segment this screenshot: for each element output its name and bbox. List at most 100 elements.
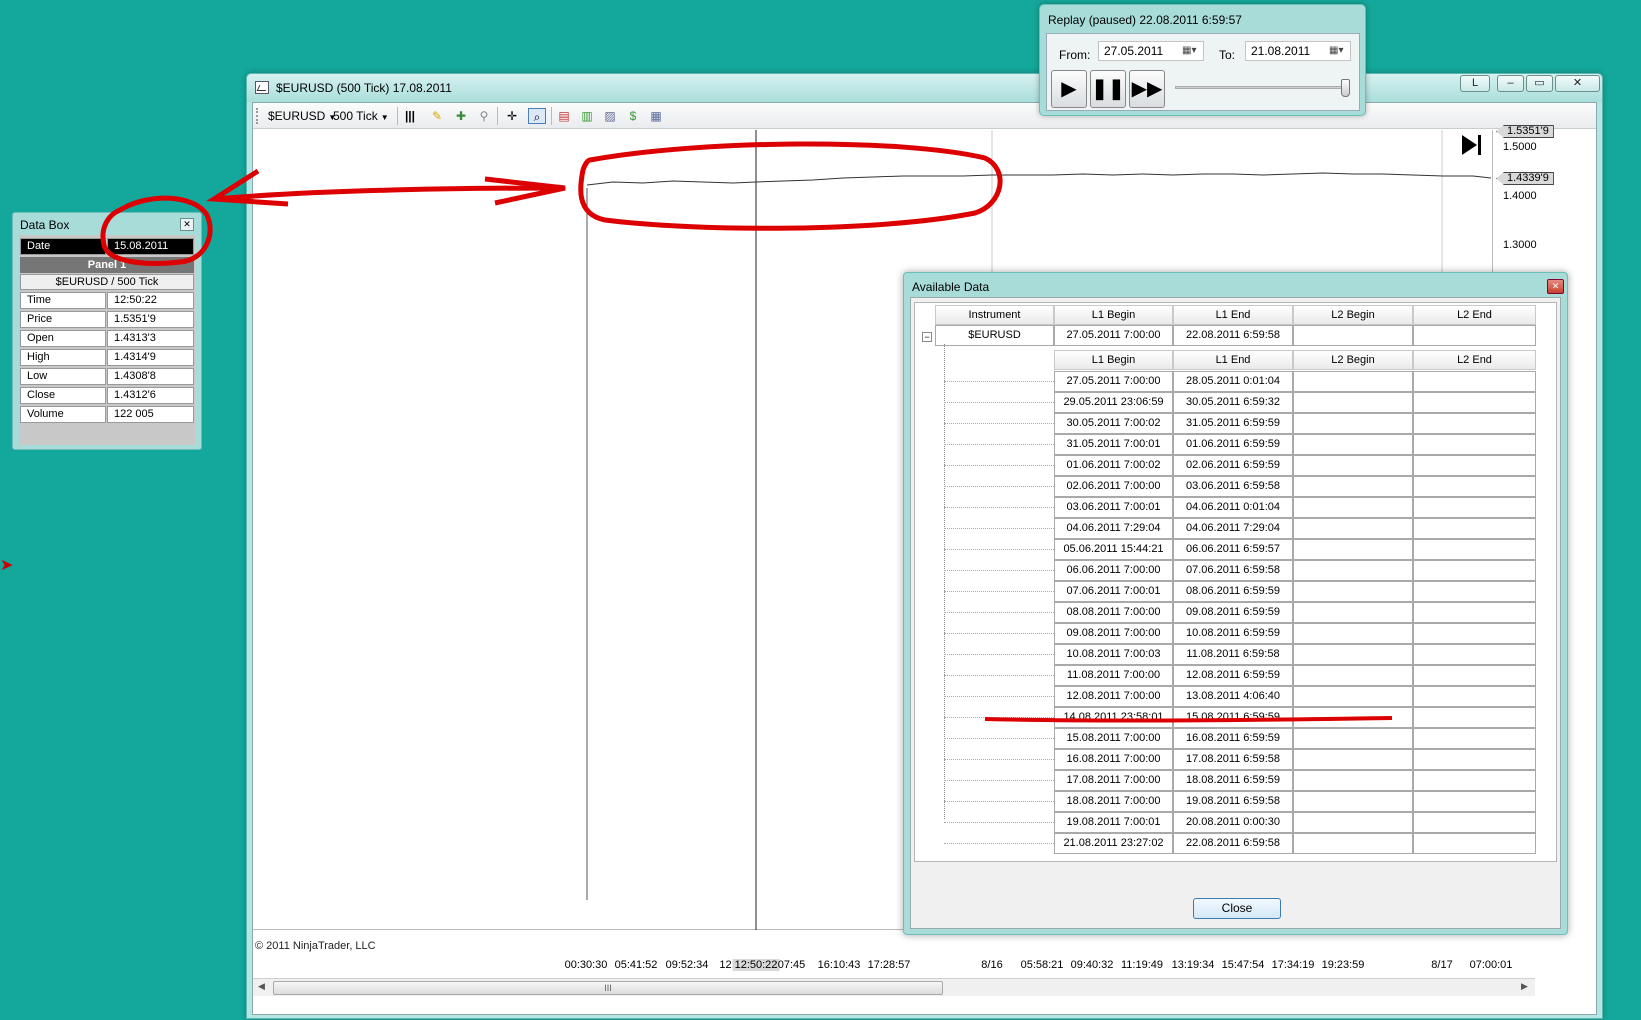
crosshair-icon[interactable]: ✛ [503, 108, 521, 124]
l2-end-cell[interactable] [1413, 602, 1536, 623]
l1-end-cell[interactable]: 06.06.2011 6:59:57 [1173, 539, 1293, 560]
sub-column-header[interactable]: L2 Begin [1293, 350, 1413, 370]
l1-end-cell[interactable]: 01.06.2011 6:59:59 [1173, 434, 1293, 455]
fast-forward-button[interactable]: ▶▶ [1129, 70, 1165, 108]
l2-end-cell[interactable] [1413, 413, 1536, 434]
l1-begin-cell[interactable]: 27.05.2011 7:00:00 [1054, 371, 1173, 392]
l1-begin-cell[interactable]: 14.08.2011 23:58:01 [1054, 707, 1173, 728]
l1-end-cell[interactable]: 22.08.2011 6:59:58 [1173, 833, 1293, 854]
to-date-field[interactable]: 21.08.2011 ▦▾ [1245, 41, 1351, 61]
zoom-out-icon[interactable]: ⚲ [475, 108, 493, 124]
l2-end-cell[interactable] [1413, 497, 1536, 518]
l2-end-cell[interactable] [1413, 770, 1536, 791]
play-button[interactable]: ▶ [1051, 70, 1087, 108]
close-icon[interactable]: ✕ [180, 218, 194, 231]
sub-column-header[interactable]: L1 End [1173, 350, 1293, 370]
skip-to-end-icon[interactable] [1462, 135, 1481, 155]
instrument-cell[interactable]: $EURUSD [935, 325, 1054, 346]
close-button[interactable]: Close [1193, 898, 1281, 919]
close-icon[interactable]: ✕ [1547, 279, 1564, 294]
l1-begin-cell[interactable]: 08.08.2011 7:00:00 [1054, 602, 1173, 623]
l1-end-cell[interactable]: 22.08.2011 6:59:58 [1173, 325, 1293, 346]
l2-end-cell[interactable] [1413, 539, 1536, 560]
l1-end-cell[interactable]: 18.08.2011 6:59:59 [1173, 770, 1293, 791]
l1-begin-cell[interactable]: 03.06.2011 7:00:01 [1054, 497, 1173, 518]
l2-begin-cell[interactable] [1293, 497, 1413, 518]
l1-begin-cell[interactable]: 17.08.2011 7:00:00 [1054, 770, 1173, 791]
l2-begin-cell[interactable] [1293, 686, 1413, 707]
l2-begin-cell[interactable] [1293, 392, 1413, 413]
l2-end-cell[interactable] [1413, 371, 1536, 392]
l1-begin-cell[interactable]: 16.08.2011 7:00:00 [1054, 749, 1173, 770]
l2-end-cell[interactable] [1413, 518, 1536, 539]
scroll-thumb[interactable]: III [273, 981, 943, 995]
calendar-icon[interactable]: ▦▾ [1182, 45, 1200, 57]
l1-end-cell[interactable]: 28.05.2011 0:01:04 [1173, 371, 1293, 392]
l2-begin-cell[interactable] [1293, 602, 1413, 623]
link-button[interactable]: L [1460, 75, 1490, 92]
from-date-field[interactable]: 27.05.2011 ▦▾ [1098, 41, 1204, 61]
l1-end-cell[interactable]: 31.05.2011 6:59:59 [1173, 413, 1293, 434]
drawing-tool-icon[interactable]: ✎ [428, 108, 446, 124]
column-header[interactable]: L2 End [1413, 305, 1536, 325]
l1-begin-cell[interactable]: 29.05.2011 23:06:59 [1054, 392, 1173, 413]
l1-begin-cell[interactable]: 27.05.2011 7:00:00 [1054, 325, 1173, 346]
l2-end-cell[interactable] [1413, 833, 1536, 854]
l2-begin-cell[interactable] [1293, 560, 1413, 581]
l1-end-cell[interactable]: 12.08.2011 6:59:59 [1173, 665, 1293, 686]
slider-thumb[interactable] [1341, 79, 1350, 97]
l2-begin-cell[interactable] [1293, 518, 1413, 539]
scroll-left-icon[interactable]: ◀ [258, 981, 265, 992]
strategies-icon[interactable]: ▥ [578, 108, 596, 124]
l1-begin-cell[interactable]: 12.08.2011 7:00:00 [1054, 686, 1173, 707]
horizontal-scrollbar[interactable]: ◀ III ▶ [253, 978, 1535, 996]
close-window-button[interactable]: ✕ [1555, 75, 1600, 92]
l1-end-cell[interactable]: 04.06.2011 0:01:04 [1173, 497, 1293, 518]
l1-end-cell[interactable]: 16.08.2011 6:59:59 [1173, 728, 1293, 749]
indicators-icon[interactable]: ▨ [601, 108, 619, 124]
interval-selector[interactable]: 500 Tick ▼ [333, 109, 389, 123]
l2-end-cell[interactable] [1413, 644, 1536, 665]
column-header[interactable]: L2 Begin [1293, 305, 1413, 325]
l2-begin-cell[interactable] [1293, 749, 1413, 770]
l1-begin-cell[interactable]: 05.06.2011 15:44:21 [1054, 539, 1173, 560]
sub-column-header[interactable]: L1 Begin [1054, 350, 1173, 370]
column-header[interactable]: L1 Begin [1054, 305, 1173, 325]
l2-begin-cell[interactable] [1293, 413, 1413, 434]
l2-begin-cell[interactable] [1293, 623, 1413, 644]
l1-begin-cell[interactable]: 01.06.2011 7:00:02 [1054, 455, 1173, 476]
l1-end-cell[interactable]: 15.08.2011 6:59:59 [1173, 707, 1293, 728]
l2-end-cell[interactable] [1413, 728, 1536, 749]
l2-begin-cell[interactable] [1293, 791, 1413, 812]
l2-end-cell[interactable] [1413, 686, 1536, 707]
l1-end-cell[interactable]: 20.08.2011 0:00:30 [1173, 812, 1293, 833]
l2-begin-cell[interactable] [1293, 581, 1413, 602]
l2-begin-cell[interactable] [1293, 644, 1413, 665]
l2-end-cell[interactable] [1413, 455, 1536, 476]
l1-begin-cell[interactable]: 10.08.2011 7:00:03 [1054, 644, 1173, 665]
l1-end-cell[interactable]: 13.08.2011 4:06:40 [1173, 686, 1293, 707]
l1-begin-cell[interactable]: 21.08.2011 23:27:02 [1054, 833, 1173, 854]
minimize-button[interactable]: – [1497, 75, 1524, 92]
l2-end-cell[interactable] [1413, 791, 1536, 812]
l1-begin-cell[interactable]: 07.06.2011 7:00:01 [1054, 581, 1173, 602]
l2-end-cell[interactable] [1413, 707, 1536, 728]
l1-begin-cell[interactable]: 04.06.2011 7:29:04 [1054, 518, 1173, 539]
l2-end-cell[interactable] [1413, 434, 1536, 455]
l2-end-cell[interactable] [1413, 560, 1536, 581]
l1-begin-cell[interactable]: 30.05.2011 7:00:02 [1054, 413, 1173, 434]
l2-begin-cell[interactable] [1293, 770, 1413, 791]
l1-end-cell[interactable]: 03.06.2011 6:59:58 [1173, 476, 1293, 497]
calendar-icon[interactable]: ▦▾ [1329, 45, 1347, 57]
l1-end-cell[interactable]: 17.08.2011 6:59:58 [1173, 749, 1293, 770]
l2-begin-cell[interactable] [1293, 539, 1413, 560]
l2-end-cell[interactable] [1413, 623, 1536, 644]
l2-begin-cell[interactable] [1293, 434, 1413, 455]
l2-begin-cell[interactable] [1293, 728, 1413, 749]
l2-begin-cell[interactable] [1293, 812, 1413, 833]
l2-end-cell[interactable] [1413, 812, 1536, 833]
maximize-button[interactable]: ▭ [1526, 75, 1553, 92]
pause-button[interactable]: ❚❚ [1090, 70, 1126, 108]
scroll-right-icon[interactable]: ▶ [1521, 981, 1528, 992]
l2-begin-cell[interactable] [1293, 325, 1413, 346]
